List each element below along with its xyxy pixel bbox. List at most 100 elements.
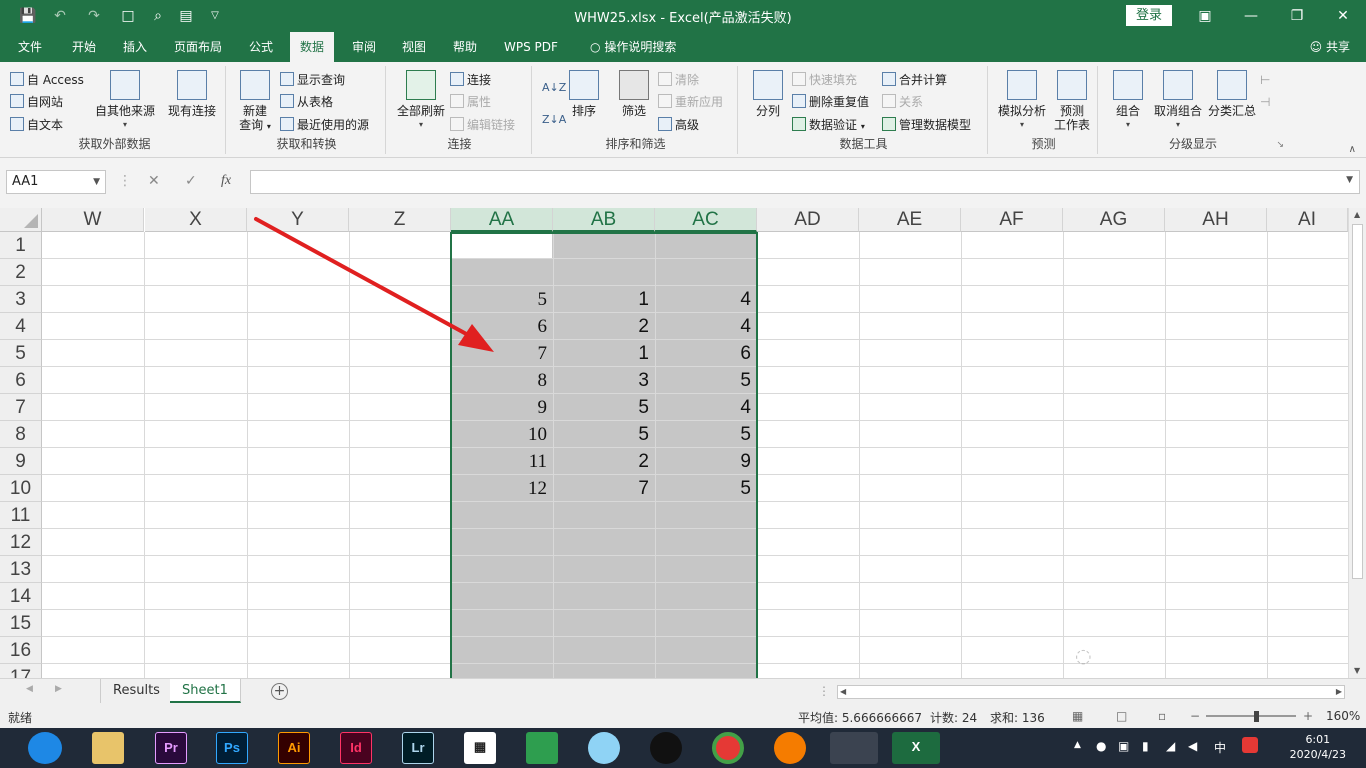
column-header-ag[interactable]: AG	[1063, 208, 1165, 232]
insert-function-icon[interactable]: fx	[221, 173, 231, 189]
minimize-icon[interactable]: —	[1228, 0, 1274, 32]
chevron-down-icon[interactable]: ▼	[93, 171, 100, 193]
column-header-ad[interactable]: AD	[757, 208, 859, 232]
tab-insert[interactable]: 插入	[113, 32, 157, 62]
wifi-icon[interactable]: ◢	[1166, 739, 1175, 753]
show-queries-button[interactable]: 显示查询	[280, 70, 345, 90]
row-header-13[interactable]: 13	[0, 556, 42, 583]
forecast-sheet-button[interactable]: 预测 工作表	[1050, 70, 1094, 132]
vertical-scrollbar[interactable]: ▲ ▼	[1348, 208, 1366, 678]
share-button[interactable]: ☺ 共享	[1310, 32, 1350, 62]
tab-file[interactable]: 文件	[8, 32, 52, 62]
video-editor-icon[interactable]: ▦	[464, 732, 496, 764]
chrome-icon[interactable]	[712, 732, 744, 764]
scroll-left-icon[interactable]: ◀	[840, 687, 846, 696]
sogou-input-icon[interactable]	[1242, 737, 1258, 753]
column-header-ab[interactable]: AB	[553, 208, 655, 232]
collapse-ribbon-icon[interactable]: ∧	[1349, 144, 1356, 155]
text-to-columns-button[interactable]: 分列	[744, 70, 792, 118]
add-sheet-icon[interactable]: +	[271, 683, 288, 700]
row-header-9[interactable]: 9	[0, 448, 42, 475]
subtotal-button[interactable]: 分类汇总	[1204, 70, 1260, 118]
relationships-button[interactable]: 关系	[882, 92, 923, 112]
from-access-button[interactable]: 自 Access	[10, 70, 84, 90]
refresh-all-button[interactable]: 全部刷新 ▾	[392, 70, 450, 132]
row-header-11[interactable]: 11	[0, 502, 42, 529]
from-web-button[interactable]: 自网站	[10, 92, 63, 112]
scroll-down-icon[interactable]: ▼	[1354, 666, 1360, 675]
from-text-button[interactable]: 自文本	[10, 115, 63, 135]
row-header-15[interactable]: 15	[0, 610, 42, 637]
chat-app-icon[interactable]	[588, 732, 620, 764]
flash-fill-button[interactable]: 快速填充	[792, 70, 857, 90]
excel-taskbar-icon[interactable]: X	[892, 732, 940, 764]
sort-ascending-icon[interactable]: A↓Z	[542, 78, 566, 98]
zoom-out-icon[interactable]: −	[1190, 709, 1200, 723]
premiere-icon[interactable]: Pr	[155, 732, 187, 764]
ungroup-button[interactable]: 取消组合 ▾	[1150, 70, 1206, 132]
worksheet-grid[interactable]: W X Y Z AA AB AC AD AE AF AG AH AI 1 2 3 4 5 6 7 8 9 10 11 12 13…	[0, 208, 1366, 678]
existing-connections-button[interactable]: 现有连接	[162, 70, 222, 118]
remove-duplicates-button[interactable]: 删除重复值	[792, 92, 869, 112]
filter-button[interactable]: 筛选	[612, 70, 656, 118]
qq-tray-icon[interactable]: ●	[1096, 739, 1106, 753]
normal-view-icon[interactable]: ▦	[1072, 709, 1083, 723]
volume-icon[interactable]: ◀	[1188, 739, 1197, 753]
reapply-button[interactable]: 重新应用	[658, 92, 723, 112]
column-header-aa[interactable]: AA	[451, 208, 553, 232]
tab-view[interactable]: 视图	[392, 32, 436, 62]
row-header-5[interactable]: 5	[0, 340, 42, 367]
clock[interactable]: 6:01 2020/4/23	[1290, 732, 1346, 762]
row-header-3[interactable]: 3	[0, 286, 42, 313]
zoom-level[interactable]: 160%	[1326, 709, 1360, 723]
sheet-tab-results[interactable]: Results	[100, 679, 173, 703]
qq-icon[interactable]	[650, 732, 682, 764]
cancel-icon[interactable]: ✕	[148, 173, 160, 189]
illustrator-icon[interactable]: Ai	[278, 732, 310, 764]
sort-descending-icon[interactable]: Z↓A	[542, 110, 566, 130]
row-header-4[interactable]: 4	[0, 313, 42, 340]
horizontal-scrollbar[interactable]: ◀ ▶	[837, 685, 1345, 699]
page-layout-view-icon[interactable]: □	[1116, 709, 1127, 723]
group-button[interactable]: 组合 ▾	[1106, 70, 1150, 132]
expand-formula-icon[interactable]: ▼	[1346, 175, 1353, 185]
select-all-button[interactable]	[0, 208, 42, 232]
close-icon[interactable]: ✕	[1320, 0, 1366, 32]
browser-icon[interactable]	[28, 732, 62, 764]
manage-data-model-button[interactable]: 管理数据模型	[882, 115, 971, 135]
column-header-af[interactable]: AF	[961, 208, 1063, 232]
data-validation-button[interactable]: 数据验证 ▾	[792, 115, 865, 135]
column-header-ah[interactable]: AH	[1165, 208, 1267, 232]
tab-wps-pdf[interactable]: WPS PDF	[494, 32, 568, 62]
page-break-view-icon[interactable]: ▫	[1158, 709, 1166, 723]
row-header-12[interactable]: 12	[0, 529, 42, 556]
column-header-y[interactable]: Y	[247, 208, 349, 232]
clear-filter-button[interactable]: 清除	[658, 70, 699, 90]
row-header-14[interactable]: 14	[0, 583, 42, 610]
connections-button[interactable]: 连接	[450, 70, 491, 90]
show-hidden-icons-icon[interactable]: ▲	[1074, 740, 1081, 750]
edit-links-button[interactable]: 编辑链接	[450, 115, 515, 135]
lightroom-icon[interactable]: Lr	[402, 732, 434, 764]
what-if-analysis-button[interactable]: 模拟分析 ▾	[994, 70, 1050, 132]
zoom-slider[interactable]	[1206, 715, 1296, 717]
zoom-in-icon[interactable]: +	[1303, 709, 1313, 723]
row-header-6[interactable]: 6	[0, 367, 42, 394]
network-warning-icon[interactable]: ▣	[1118, 739, 1129, 753]
column-header-ai[interactable]: AI	[1267, 208, 1348, 232]
sheet-tab-sheet1[interactable]: Sheet1	[170, 679, 241, 703]
column-header-ae[interactable]: AE	[859, 208, 961, 232]
row-header-8[interactable]: 8	[0, 421, 42, 448]
enter-icon[interactable]: ✓	[185, 173, 197, 189]
next-sheet-icon[interactable]: ▶	[55, 684, 62, 694]
consolidate-button[interactable]: 合并计算	[882, 70, 947, 90]
photoshop-icon[interactable]: Ps	[216, 732, 248, 764]
tab-data[interactable]: 数据	[290, 32, 335, 63]
indesign-icon[interactable]: Id	[340, 732, 372, 764]
properties-button[interactable]: 属性	[450, 92, 491, 112]
row-header-17[interactable]: 17	[0, 664, 42, 678]
restore-icon[interactable]: ❐	[1274, 0, 1320, 32]
row-header-7[interactable]: 7	[0, 394, 42, 421]
formula-input[interactable]: ▼	[250, 170, 1360, 194]
hide-detail-icon[interactable]: ⊣	[1260, 92, 1270, 112]
